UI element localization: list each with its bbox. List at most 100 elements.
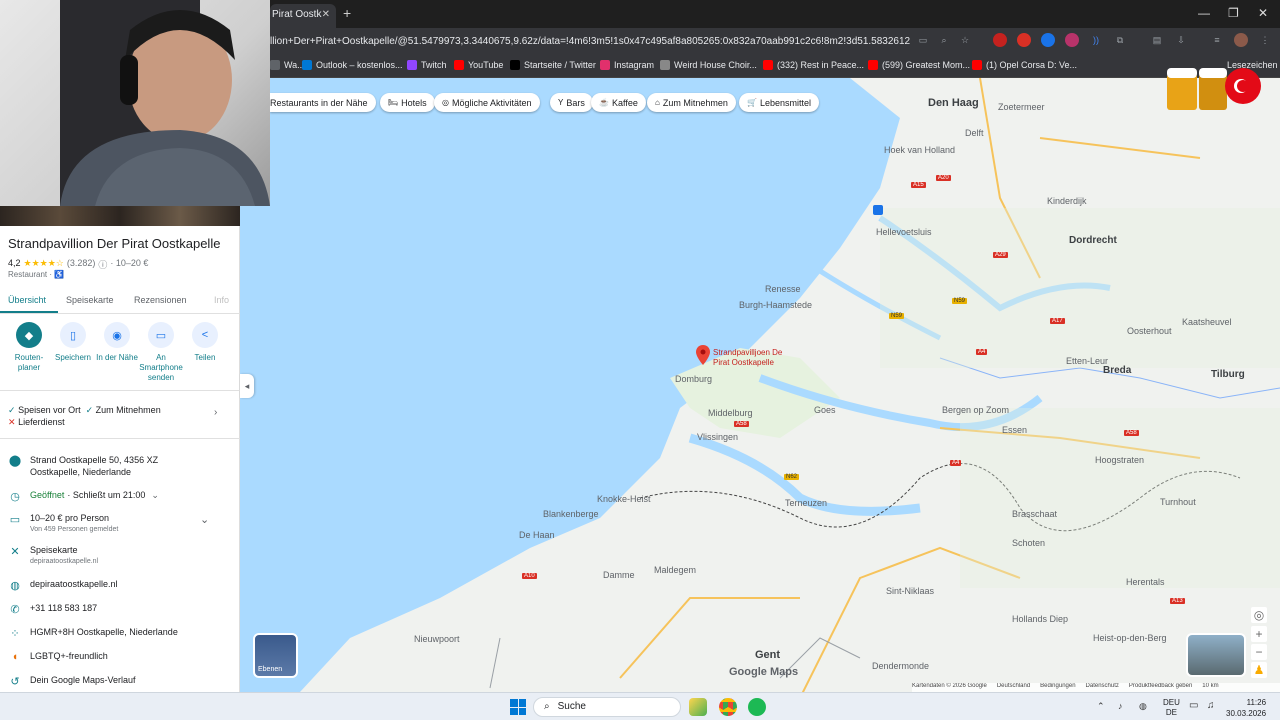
category-chip[interactable]: ◎ Mögliche Aktivitäten — [434, 93, 540, 112]
bookmark-item[interactable]: (332) Rest in Peace... — [763, 60, 864, 70]
marker-label[interactable]: Strandpavilljoen De Pirat Oostkapelle — [713, 348, 795, 368]
bookmark-label: Outlook – kostenlos... — [316, 60, 403, 70]
language-indicator[interactable]: DEU DE — [1163, 698, 1180, 718]
bookmark-item[interactable]: Instagram — [600, 60, 654, 70]
nearby-icon: ◉ — [104, 322, 130, 348]
map-town-label: Schoten — [1012, 538, 1046, 548]
store-icon[interactable] — [689, 698, 707, 716]
review-count[interactable]: (3.282) — [67, 258, 96, 271]
bookmark-label: Instagram — [614, 60, 655, 70]
close-window-button[interactable]: ✕ — [1258, 6, 1268, 20]
send-to-phone-button[interactable]: ▭ An Smartphone senden — [139, 322, 183, 383]
share-button[interactable]: < Teilen — [183, 322, 227, 363]
map-town-label: Dendermonde — [872, 661, 930, 671]
collapse-panel-button[interactable]: ◂ — [240, 374, 254, 398]
sidepanel-icon[interactable]: ▤ — [1150, 33, 1164, 47]
street-view-thumbnail[interactable] — [1186, 633, 1246, 677]
bookmark-item[interactable]: Startseite / Twitter — [510, 60, 596, 70]
info-icon[interactable]: ⓘ — [98, 258, 107, 271]
bookmark-label: Startseite / Twitter — [524, 60, 596, 70]
chevron-right-icon[interactable]: › — [214, 407, 217, 418]
extension-icon[interactable] — [1017, 33, 1031, 47]
bookmark-item[interactable]: (1) Opel Corsa D: Ve... — [972, 60, 1077, 70]
terms-link[interactable]: Bedingungen — [1040, 683, 1075, 692]
bookmark-item[interactable]: YouTube — [454, 60, 503, 70]
mic-icon[interactable]: ♪ — [1118, 701, 1123, 711]
map-town-label: Nieuwpoort — [414, 634, 460, 644]
extension-icon[interactable] — [1065, 33, 1079, 47]
new-tab-button[interactable]: + — [343, 5, 351, 21]
service-options[interactable]: ✓ Speisen vor Ort ✓ Zum Mitnehmen ✕ Lief… — [8, 404, 218, 428]
maximize-button[interactable]: ❐ — [1228, 6, 1239, 20]
taskbar-search[interactable]: ⌕ Suche — [533, 697, 681, 717]
address-row[interactable]: ⬤ Strand Oostkapelle 50, 4356 XZ Oostkap… — [0, 454, 240, 478]
extension-icon[interactable]: )) — [1089, 33, 1103, 47]
tab-overview[interactable]: Übersicht — [0, 290, 58, 313]
category-chip[interactable]: 🛒 Lebensmittel — [739, 93, 819, 112]
lgbtq-row[interactable]: ◖ LGBTQ+-freundlich — [0, 651, 240, 663]
spotify-icon[interactable] — [748, 698, 766, 716]
privacy-link[interactable]: Datenschutz — [1086, 683, 1119, 692]
bookmark-item[interactable]: Twitch — [407, 60, 447, 70]
tab-menu[interactable]: Speisekarte — [58, 290, 126, 313]
windows-start-icon[interactable] — [510, 699, 526, 715]
extension-icon[interactable] — [1041, 33, 1055, 47]
more-icon[interactable]: ⋮ — [1258, 33, 1272, 47]
website-link[interactable]: depiraatoostkapelle.nl — [30, 579, 118, 589]
tab-close-icon[interactable]: ✕ — [322, 9, 330, 20]
map-canvas[interactable] — [240, 78, 1280, 692]
category-chip[interactable]: 🛏 Hotels — [380, 93, 435, 112]
install-icon[interactable]: ▭ — [916, 33, 930, 47]
website-row[interactable]: ◍ depiraatoostkapelle.nl — [0, 579, 240, 592]
map-town-label: Terneuzen — [785, 498, 828, 508]
nearby-button[interactable]: ◉ In der Nähe — [95, 322, 139, 363]
bookmark-icon: ▯ — [60, 322, 86, 348]
category-chip[interactable]: Restaurants in der Nähe — [270, 93, 376, 112]
phone-row[interactable]: ✆ +31 118 583 187 — [0, 603, 240, 616]
tray-icon[interactable]: ◍ — [1139, 701, 1147, 712]
history-row[interactable]: ↺ Dein Google Maps-Verlauf — [0, 675, 240, 688]
zoom-out-button[interactable]: − — [1251, 644, 1267, 660]
location-icon[interactable]: ◎ — [1251, 607, 1267, 623]
url-bar[interactable]: llion+Der+Pirat+Oostkapelle/@51.5479973,… — [270, 32, 910, 52]
hours-row[interactable]: ◷ Geöffnet · Schließt um 21:00 ⌄ — [0, 490, 240, 503]
puzzle-icon[interactable]: ⧉ — [1113, 33, 1127, 47]
menu-label: Speisekarte — [30, 545, 78, 555]
bookmark-item[interactable]: Weird House Choir... — [660, 60, 757, 70]
bookmark-item[interactable]: Wa... — [270, 60, 305, 70]
chrome-icon[interactable] — [719, 698, 737, 716]
directions-button[interactable]: ◆ Routen- planer — [7, 322, 51, 373]
price-row[interactable]: ▭ 10–20 € pro Person Von 459 Personen gem… — [0, 513, 240, 533]
tray-chevron-icon[interactable]: ⌃ — [1097, 701, 1105, 712]
bookmark-item[interactable]: Outlook – kostenlos... — [302, 60, 403, 70]
feedback-link[interactable]: Produktfeedback geben — [1129, 683, 1192, 692]
place-marker-icon[interactable] — [696, 345, 710, 370]
category-chip[interactable]: ⌂ Zum Mitnehmen — [647, 93, 736, 112]
chevron-down-icon[interactable]: ⌄ — [151, 490, 159, 501]
avatar[interactable] — [1234, 33, 1248, 47]
menu-row[interactable]: ✕ Speisekarte depiraatoostkapelle.nl — [0, 545, 240, 565]
clock[interactable]: 11:26 30.03.2026 — [1226, 697, 1266, 719]
category-chip[interactable]: ☕ Kaffee — [591, 93, 646, 112]
monitor-icon[interactable]: ▭ — [1189, 700, 1198, 711]
menu-lines-icon[interactable]: ≡ — [1210, 33, 1224, 47]
bookmark-star-icon[interactable]: ☆ — [958, 33, 972, 47]
region-link[interactable]: Deutschland — [997, 683, 1030, 692]
tab-info[interactable]: Info — [206, 290, 240, 313]
bookmark-item[interactable]: (599) Greatest Mom... — [868, 60, 970, 70]
category-chip[interactable]: Y Bars — [550, 93, 593, 112]
extension-icon[interactable] — [993, 33, 1007, 47]
plus-code-row[interactable]: ⁘ HGMR+8H Oostkapelle, Niederlande — [0, 627, 240, 640]
save-place-button[interactable]: ▯ Speichern — [51, 322, 95, 363]
minimize-button[interactable]: — — [1198, 6, 1210, 20]
zoom-icon[interactable]: ⌕ — [937, 33, 951, 47]
layers-button[interactable]: Ebenen — [253, 633, 298, 678]
zoom-in-button[interactable]: + — [1251, 626, 1267, 642]
browser-tab[interactable]: Pirat Oostk ✕ — [270, 4, 336, 28]
downloads-icon[interactable]: ⇩ — [1174, 33, 1188, 47]
chevron-down-icon[interactable]: ⌄ — [200, 513, 209, 526]
volume-icon[interactable]: ♫ — [1207, 700, 1215, 711]
transit-icon[interactable] — [873, 205, 883, 215]
pegman-icon[interactable]: ♟ — [1251, 662, 1267, 678]
tab-reviews[interactable]: Rezensionen — [126, 290, 206, 313]
